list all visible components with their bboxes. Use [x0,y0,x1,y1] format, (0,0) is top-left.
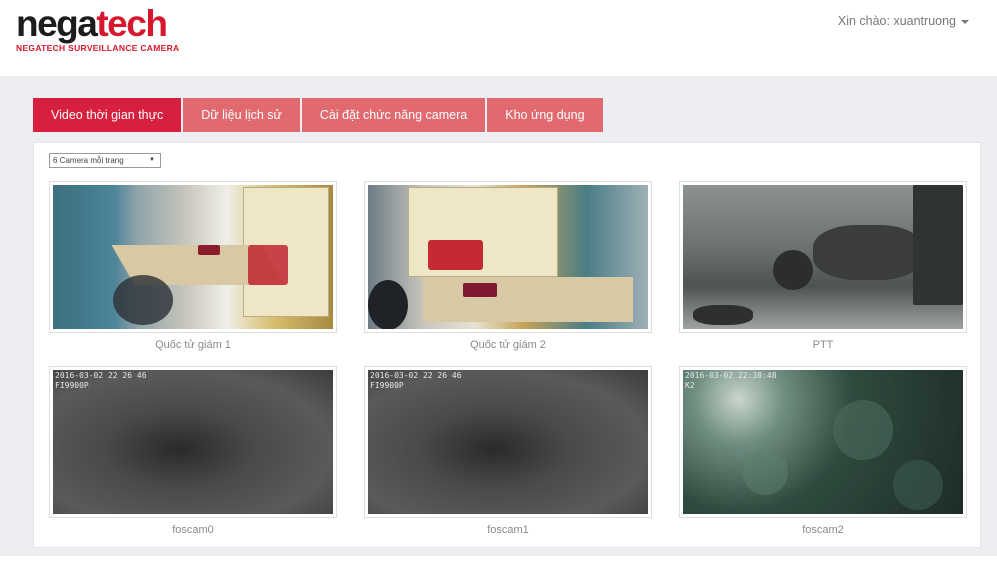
camera-panel: 6 Camera mỗi trang ▼ Quốc tử giám 1 Quốc… [33,142,981,548]
tab-history-data[interactable]: Dữ liệu lịch sử [183,98,300,132]
tab-camera-settings[interactable]: Cài đặt chức năng camera [301,98,486,132]
camera-video [683,185,963,329]
camera-name: Quốc tử giám 1 [155,339,231,351]
camera-tile: 2016-03-02 22:38:48 K2 foscam2 [679,366,967,536]
camera-feed[interactable] [679,181,967,333]
main-area: Video thời gian thực Dữ liệu lịch sử Cài… [0,76,997,556]
camera-name: foscam2 [802,524,844,536]
camera-name: foscam1 [487,524,529,536]
per-page-value: 6 Camera mỗi trang [53,156,124,165]
chevron-down-icon [961,19,969,24]
camera-video [368,185,648,329]
camera-name: foscam0 [172,524,214,536]
camera-video: 2016-03-02 22 26 46 FI9900P [368,370,648,514]
logo-wordmark: negatech [16,3,168,44]
camera-timestamp: 2016-03-02 22 26 46 FI9900P [55,371,147,390]
camera-feed[interactable]: 2016-03-02 22 26 46 FI9900P [364,366,652,518]
camera-tile: 2016-03-02 22 26 46 FI9900P foscam0 [49,366,337,536]
camera-feed[interactable]: 2016-03-02 22 26 46 FI9900P [49,366,337,518]
camera-video [53,185,333,329]
top-header: negatech NEGATECH SURVEILLANCE CAMERA Xi… [0,0,997,76]
cameras-per-page-select[interactable]: 6 Camera mỗi trang ▼ [49,153,161,168]
camera-name: Quốc tử giám 2 [470,339,546,351]
user-greeting: Xin chào: xuantruong [837,14,956,28]
tab-bar: Video thời gian thực Dữ liệu lịch sử Cài… [33,98,603,132]
camera-feed[interactable]: 2016-03-02 22:38:48 K2 [679,366,967,518]
camera-tile: 2016-03-02 22 26 46 FI9900P foscam1 [364,366,652,536]
camera-feed[interactable] [364,181,652,333]
user-menu[interactable]: Xin chào: xuantruong [838,14,969,28]
logo-tagline: NEGATECH SURVEILLANCE CAMERA [16,43,180,53]
camera-timestamp: 2016-03-02 22 26 46 FI9900P [370,371,462,390]
camera-name: PTT [812,339,834,351]
camera-video: 2016-03-02 22:38:48 K2 [683,370,963,514]
tab-realtime-video[interactable]: Video thời gian thực [33,98,182,132]
negatech-logo[interactable]: negatech NEGATECH SURVEILLANCE CAMERA [16,4,186,56]
camera-timestamp: 2016-03-02 22:38:48 K2 [685,371,777,390]
dropdown-arrow-icon: ▼ [149,157,155,163]
camera-feed[interactable] [49,181,337,333]
camera-video: 2016-03-02 22 26 46 FI9900P [53,370,333,514]
camera-tile: Quốc tử giám 1 [49,181,337,351]
tab-app-store[interactable]: Kho ứng dụng [487,98,603,132]
camera-tile: Quốc tử giám 2 [364,181,652,351]
camera-tile: PTT [679,181,967,351]
